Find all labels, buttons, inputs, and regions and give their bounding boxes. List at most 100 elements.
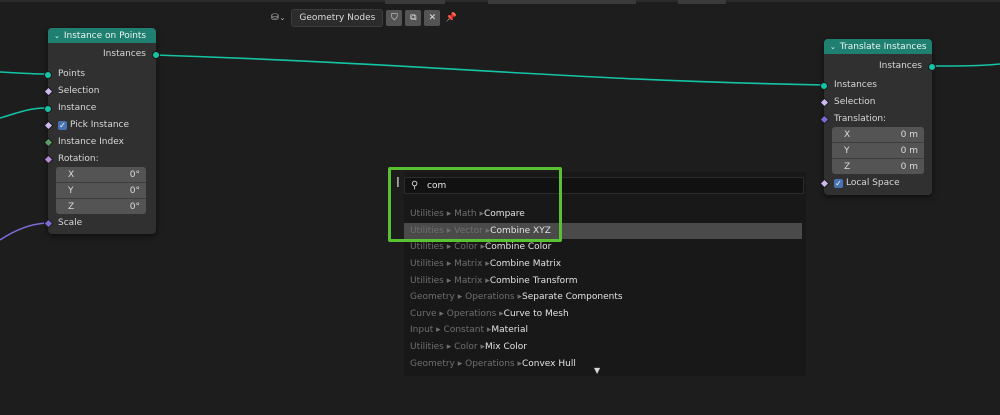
header-tab-fragment: [488, 0, 636, 4]
chevron-down-icon[interactable]: ⌄: [830, 43, 836, 51]
node-tree-name-field[interactable]: Geometry Nodes: [291, 9, 384, 27]
input-translation: Translation:: [819, 112, 932, 126]
more-results-arrow-icon[interactable]: ▼: [594, 366, 600, 375]
search-result-item[interactable]: Geometry ▸ Operations ▸ Convex Hull: [404, 355, 802, 372]
checkbox-checked-icon[interactable]: ✓: [58, 120, 67, 130]
result-node-name: Material: [491, 325, 528, 336]
link-to-scale: [0, 222, 47, 241]
pin-icon[interactable]: 📌: [443, 10, 459, 26]
result-node-name: Combine Color: [485, 242, 552, 253]
socket-label: Instances: [834, 80, 877, 90]
input-selection: Selection: [819, 95, 932, 109]
text-cursor-icon: I: [396, 176, 400, 191]
translation-x-field[interactable]: X0 m: [832, 127, 924, 143]
header-tab-fragment: [385, 0, 445, 4]
result-category-path: Utilities ▸ Matrix ▸: [410, 275, 490, 286]
result-category-path: Utilities ▸ Matrix ▸: [410, 259, 490, 270]
rotation-z-field[interactable]: Z 0°: [56, 199, 146, 214]
node-tree-header: ⛁ ⌄ Geometry Nodes ⛉ ⧉ ✕ 📌: [268, 8, 459, 28]
result-category-path: Curve ▸ Operations ▸: [410, 308, 504, 319]
chevron-down-icon: ⌄: [279, 14, 286, 22]
result-node-name: Combine Matrix: [489, 259, 562, 270]
node-header[interactable]: ⌄ Translate Instances: [824, 39, 932, 54]
search-result-item[interactable]: Utilities ▸ Matrix ▸ Combine Matrix: [404, 256, 802, 273]
result-node-name: Combine XYZ: [490, 225, 551, 236]
result-node-name: Combine Transform: [489, 275, 578, 286]
input-local-space[interactable]: ✓ Local Space: [819, 176, 932, 190]
link-instances-main: [154, 54, 825, 86]
socket-label: Instance Index: [58, 137, 124, 147]
fake-user-shield-icon[interactable]: ⛉: [386, 10, 403, 26]
result-category-path: Utilities ▸ Color ▸: [410, 242, 485, 253]
node-header[interactable]: ⌄ Instance on Points: [48, 28, 156, 43]
socket-label: Scale: [58, 218, 83, 228]
search-result-item[interactable]: Curve ▸ Operations ▸ Curve to Mesh: [404, 306, 802, 323]
input-selection: Selection: [43, 84, 156, 98]
search-results: Utilities ▸ Math ▸ Compare Utilities ▸ Ve…: [404, 206, 802, 372]
result-category-path: Geometry ▸ Operations ▸: [410, 358, 522, 369]
search-result-item[interactable]: Utilities ▸ Math ▸ Compare: [404, 206, 802, 223]
output-socket[interactable]: [928, 63, 936, 71]
result-node-name: Convex Hull: [521, 358, 576, 369]
socket-label: Instances: [103, 49, 146, 59]
search-result-item[interactable]: Utilities ▸ Color ▸ Mix Color: [404, 339, 802, 356]
result-node-name: Compare: [484, 209, 525, 220]
input-points: Points: [44, 67, 156, 81]
link-output-right: [931, 63, 1000, 67]
header-tab-fragment: [678, 0, 726, 4]
input-socket[interactable]: [44, 105, 52, 113]
translation-fields: X0 m Y0 m Z0 m: [832, 127, 924, 174]
translation-y-field[interactable]: Y0 m: [832, 143, 924, 159]
link-to-points: [0, 71, 47, 75]
result-node-name: Mix Color: [485, 342, 527, 353]
node-instance-on-points[interactable]: ⌄ Instance on Points Instances Points Se…: [43, 28, 160, 234]
result-node-name: Curve to Mesh: [503, 308, 569, 319]
input-instance: Instance: [44, 101, 156, 115]
checkbox-checked-icon[interactable]: ✓: [834, 178, 843, 188]
chevron-down-icon[interactable]: ⌄: [54, 32, 60, 40]
search-icon: ⚲: [411, 180, 419, 191]
input-rotation: Rotation:: [43, 152, 156, 166]
socket-label: Instances: [879, 61, 922, 71]
input-scale: Scale: [43, 216, 156, 230]
close-icon[interactable]: ✕: [424, 10, 441, 26]
translation-z-field[interactable]: Z0 m: [832, 159, 924, 174]
input-socket[interactable]: [820, 82, 828, 90]
input-socket[interactable]: [44, 71, 52, 79]
socket-label: Selection: [834, 97, 876, 107]
rotation-x-field[interactable]: X 0°: [56, 167, 146, 183]
search-result-item[interactable]: Geometry ▸ Operations ▸ Separate Compone…: [404, 289, 802, 306]
result-category-path: Geometry ▸ Operations ▸: [410, 292, 522, 303]
input-pick-instance[interactable]: ✓ Pick Instance: [43, 118, 156, 132]
node-title: Translate Instances: [839, 41, 927, 52]
node-translate-instances[interactable]: ⌄ Translate Instances Instances Instance…: [819, 39, 936, 195]
rotation-y-field[interactable]: Y 0°: [56, 183, 146, 199]
input-instances: Instances: [820, 78, 932, 92]
editor-type-dropdown[interactable]: ⛁ ⌄: [268, 9, 288, 27]
input-instance-index: Instance Index: [43, 135, 156, 149]
socket-label: Translation:: [834, 114, 887, 124]
output-instances: Instances: [48, 47, 160, 61]
search-result-item[interactable]: Utilities ▸ Matrix ▸ Combine Transform: [404, 272, 802, 289]
socket-label: Rotation:: [58, 154, 99, 164]
output-socket[interactable]: [152, 51, 160, 59]
socket-label: Points: [58, 69, 86, 79]
search-input[interactable]: [425, 180, 789, 191]
result-category-path: Utilities ▸ Vector ▸: [410, 225, 491, 236]
search-result-item[interactable]: Utilities ▸ Color ▸ Combine Color: [404, 239, 802, 256]
rotation-fields: X 0° Y 0° Z 0°: [56, 167, 146, 214]
link-to-instance: [0, 107, 47, 119]
search-result-item[interactable]: Utilities ▸ Vector ▸ Combine XYZ: [404, 222, 802, 240]
node-title: Instance on Points: [63, 30, 147, 41]
node-editor-icon: ⛁: [271, 13, 279, 23]
socket-label: Pick Instance: [70, 120, 130, 130]
search-result-item[interactable]: Input ▸ Constant ▸ Material: [404, 322, 802, 339]
result-category-path: Input ▸ Constant ▸: [410, 325, 492, 336]
socket-label: Instance: [58, 103, 97, 113]
search-field[interactable]: ⚲: [404, 177, 804, 194]
duplicate-icon[interactable]: ⧉: [405, 10, 422, 26]
socket-label: Selection: [58, 86, 100, 96]
output-instances: Instances: [824, 59, 936, 73]
result-node-name: Separate Components: [521, 292, 623, 303]
result-category-path: Utilities ▸ Math ▸: [410, 209, 485, 220]
